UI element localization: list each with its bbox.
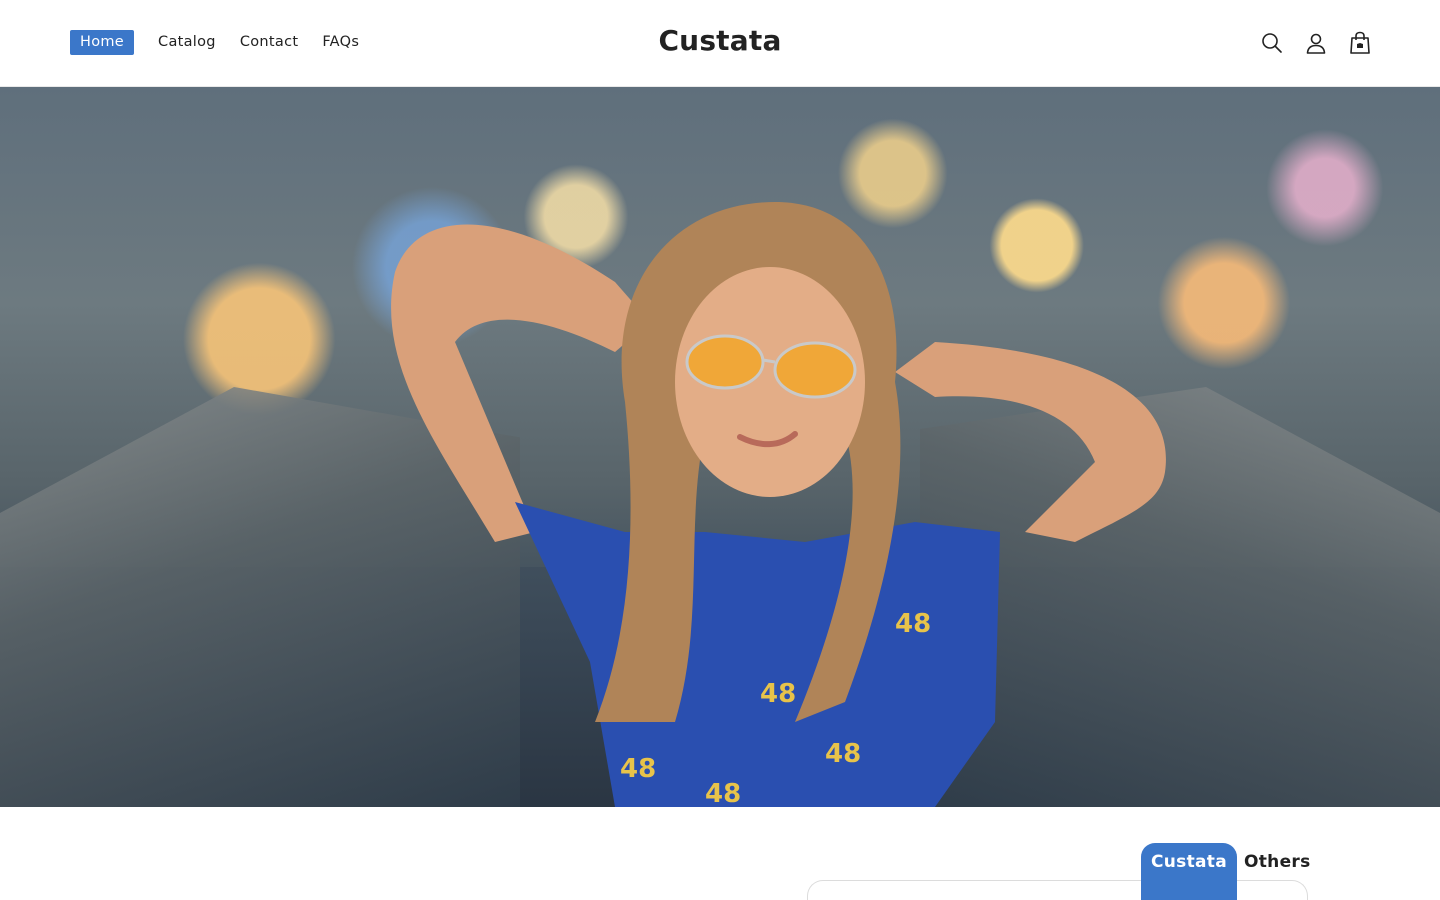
nav-home[interactable]: Home [70, 30, 135, 55]
nav-catalog[interactable]: Catalog [158, 30, 216, 55]
nav-contact[interactable]: Contact [240, 30, 299, 55]
main-nav: Home Catalog Contact FAQs [70, 30, 383, 55]
hero-banner-image: 48 48 48 48 48 [0, 87, 1440, 807]
search-icon [1262, 33, 1282, 53]
shirt-print-2: 48 [825, 739, 861, 769]
shirt-print-4: 48 [705, 779, 741, 807]
bottom-tabs: Custata Others [1141, 843, 1319, 900]
shirt-print-3: 48 [620, 754, 656, 784]
hero-model-illustration: 48 48 48 48 48 [391, 202, 1166, 807]
nav-faqs[interactable]: FAQs [322, 30, 359, 55]
cart-button[interactable] [1348, 29, 1372, 57]
search-button[interactable] [1260, 29, 1284, 57]
tab-custata[interactable]: Custata [1141, 843, 1237, 900]
tab-others[interactable]: Others [1237, 843, 1319, 872]
account-icon [1306, 33, 1326, 54]
brand-logo[interactable]: Custata [658, 24, 781, 57]
header-icons [1260, 29, 1372, 57]
cart-icon [1350, 31, 1370, 54]
account-button[interactable] [1304, 29, 1328, 57]
shirt-print-5: 48 [895, 609, 931, 639]
shirt-print-1: 48 [760, 679, 796, 709]
site-header: Home Catalog Contact FAQs Custata [0, 0, 1440, 87]
